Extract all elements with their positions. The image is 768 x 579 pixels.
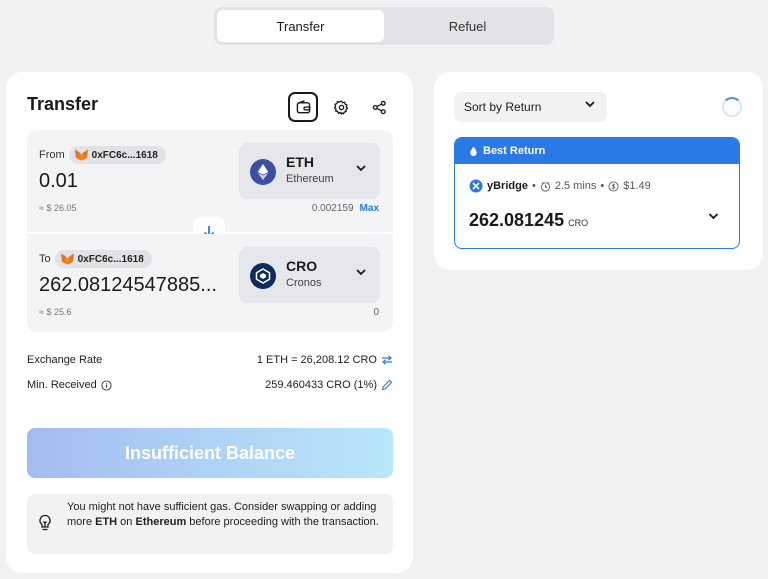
routes-card: Sort by Return Best Return yBridge • 2.5… — [434, 72, 763, 270]
warning-token: ETH — [95, 516, 118, 528]
chevron-down-icon — [356, 165, 366, 172]
settings-button[interactable] — [326, 92, 356, 122]
min-received-label: Min. Received — [27, 379, 97, 391]
drop-icon — [470, 145, 477, 156]
fee-coin-icon — [608, 180, 619, 192]
route-meta: yBridge • 2.5 mins • $1.49 — [469, 179, 651, 193]
card-title: Transfer — [27, 94, 99, 114]
sort-dropdown[interactable]: Sort by Return — [454, 92, 607, 122]
eth-token-icon — [250, 159, 276, 185]
from-label-row: From 0xFC6c...1618 — [39, 146, 166, 164]
to-usd-value: ≈ $ 25.6 — [39, 307, 72, 317]
to-token-network: Cronos — [286, 277, 322, 289]
route-amount-row: 262.081245 CRO — [469, 210, 588, 231]
from-address: 0xFC6c...1618 — [91, 149, 158, 161]
to-panel: To 0xFC6c...1618 262.08124547885... ≈ $ … — [27, 234, 393, 332]
share-button[interactable] — [364, 92, 394, 122]
from-token-symbol: ETH — [286, 154, 314, 170]
route-amount: 262.081245 — [469, 210, 565, 230]
min-received-row: Min. Received 259.460433 CRO (1%) — [27, 379, 393, 391]
ybridge-logo-icon — [469, 179, 483, 193]
to-address: 0xFC6c...1618 — [77, 253, 144, 265]
to-label-row: To 0xFC6c...1618 — [39, 250, 152, 268]
from-token-selector[interactable]: ETH Ethereum — [239, 143, 380, 199]
best-return-label: Best Return — [483, 145, 546, 157]
sort-label: Sort by Return — [464, 100, 542, 114]
wallet-icon — [296, 99, 310, 113]
mode-tabs: Transfer Refuel — [214, 7, 554, 45]
from-usd-value: ≈ $ 26.05 — [39, 203, 77, 213]
route-fee: $1.49 — [623, 180, 651, 192]
to-amount-output: 262.08124547885... — [39, 274, 217, 296]
from-amount-input[interactable]: 0.01 — [39, 170, 78, 193]
meta-separator: • — [600, 180, 605, 192]
from-label: From — [39, 149, 65, 161]
chevron-down-icon — [585, 101, 595, 108]
meta-separator: • — [531, 180, 536, 192]
lightbulb-icon — [39, 514, 51, 531]
insufficient-balance-button[interactable]: Insufficient Balance — [27, 428, 393, 478]
route-badge: Best Return — [455, 138, 739, 164]
to-token-symbol: CRO — [286, 258, 318, 274]
exchange-rate-row: Exchange Rate 1 ETH = 26,208.12 CRO — [27, 354, 393, 366]
metamask-fox-icon — [60, 253, 74, 265]
warning-text-3: before proceeding with the transaction. — [186, 516, 379, 528]
from-token-network: Ethereum — [286, 173, 334, 185]
from-balance-row: 0.002159 Max — [312, 203, 379, 214]
share-icon — [372, 100, 386, 114]
tab-transfer[interactable]: Transfer — [217, 10, 384, 42]
exchange-rate-label: Exchange Rate — [27, 354, 103, 366]
gas-warning: You might not have sufficient gas. Consi… — [27, 494, 393, 554]
route-time: 2.5 mins — [554, 180, 597, 192]
cro-token-icon — [250, 263, 276, 289]
from-address-pill[interactable]: 0xFC6c...1618 — [68, 146, 166, 164]
route-unit: CRO — [568, 218, 589, 228]
metamask-fox-icon — [74, 149, 88, 161]
exchange-rate-value: 1 ETH = 26,208.12 CRO — [256, 354, 377, 366]
to-label: To — [39, 253, 51, 265]
transfer-card: Transfer From 0xFC6c...1618 0.01 ≈ $ 26.… — [6, 72, 413, 573]
loading-spinner-icon — [722, 97, 742, 117]
to-token-selector[interactable]: CRO Cronos — [239, 247, 380, 303]
min-received-value: 259.460433 CRO (1%) — [265, 379, 377, 391]
to-address-pill[interactable]: 0xFC6c...1618 — [54, 250, 152, 268]
clock-icon — [540, 181, 550, 192]
to-balance-row: 0 — [373, 307, 379, 318]
edit-icon[interactable] — [381, 379, 393, 391]
max-button[interactable]: Max — [360, 203, 379, 214]
wallet-button[interactable] — [288, 92, 318, 122]
from-balance: 0.002159 — [311, 203, 354, 214]
warning-network: Ethereum — [135, 516, 187, 528]
info-icon[interactable] — [101, 379, 112, 391]
route-provider: yBridge — [487, 180, 528, 192]
warning-text-2: on — [117, 516, 136, 528]
to-balance: 0 — [373, 307, 379, 318]
gear-icon — [333, 99, 348, 115]
chevron-down-icon — [356, 269, 366, 276]
tab-refuel[interactable]: Refuel — [384, 10, 551, 42]
swap-rate-icon[interactable] — [381, 355, 393, 365]
best-route-card[interactable]: Best Return yBridge • 2.5 mins • $1.49 2… — [454, 137, 740, 249]
chevron-down-icon[interactable] — [708, 213, 719, 220]
